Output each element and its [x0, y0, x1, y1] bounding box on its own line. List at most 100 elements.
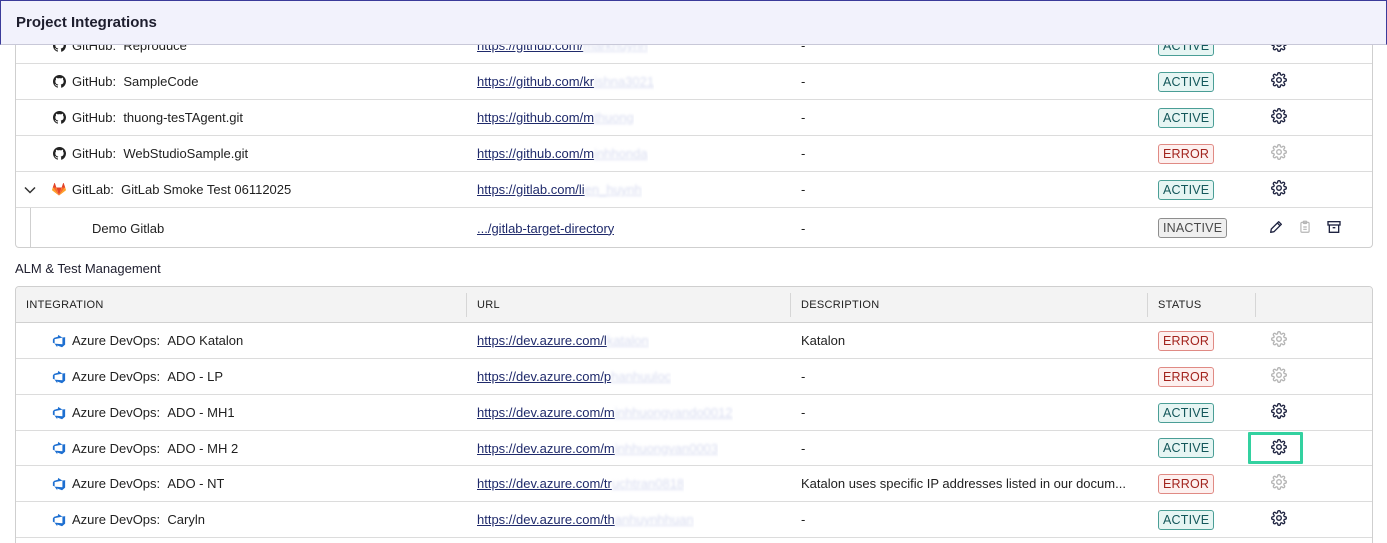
integration-url[interactable]: https://dev.azure.com/p	[477, 369, 611, 384]
page-title: Project Integrations	[16, 14, 157, 31]
integration-url-redacted: katalon	[606, 333, 649, 348]
chevron-down-icon[interactable]	[24, 172, 36, 207]
integration-name: ADO - LP	[167, 369, 224, 384]
table-row[interactable]: GitHub: SampleCode https://github.com/kr…	[16, 64, 1372, 100]
integration-description: -	[801, 440, 806, 456]
integration-description: -	[801, 146, 806, 161]
integration-name: GitLab Smoke Test 06112025	[121, 182, 292, 197]
integration-name: WebStudioSample.git	[123, 146, 249, 161]
table-row[interactable]: Azure DevOps: ADO - LP https://dev.azure…	[16, 359, 1372, 395]
vcs-integrations-table: GitHub: Reproduce https://github.com/mar…	[15, 28, 1373, 248]
table-row[interactable]: Azure DevOps: ADO - MH1 https://dev.azur…	[16, 395, 1372, 431]
column-header-description[interactable]: DESCRIPTION	[801, 287, 879, 323]
column-divider[interactable]	[790, 293, 791, 317]
settings-gear-icon[interactable]	[1271, 180, 1287, 199]
integration-provider: Azure DevOps:	[72, 405, 161, 420]
github-icon	[52, 75, 66, 89]
table-row[interactable]: GitHub: thuong-tesTAgent.git https://git…	[16, 100, 1372, 136]
integration-url-redacted: hanhuuloc	[611, 369, 672, 384]
integration-url-redacted: uchtran0818	[611, 476, 685, 491]
integration-name: ADO - MH 2	[167, 440, 239, 456]
integration-provider: GitLab:	[72, 182, 114, 197]
page-header: Project Integrations	[0, 0, 1387, 45]
table-row-child[interactable]: Demo Gitlab .../gitlab-target-directory …	[16, 208, 1372, 247]
clipboard-icon	[1298, 219, 1312, 238]
status-badge: ERROR	[1158, 330, 1215, 351]
integration-description: Katalon uses specific IP addresses liste…	[801, 476, 1126, 491]
integration-description: Katalon	[801, 333, 846, 348]
integration-url-redacted: inhhonda	[594, 146, 648, 161]
column-divider[interactable]	[1255, 293, 1256, 317]
status-badge: ACTIVE	[1158, 179, 1215, 200]
status-badge: ACTIVE	[1158, 438, 1215, 458]
integration-description: -	[801, 110, 806, 125]
table-row[interactable]: Azure DevOps: ADO - NT https://dev.azure…	[16, 466, 1372, 502]
status-badge: INACTIVE	[1158, 218, 1228, 238]
tree-line	[30, 208, 31, 247]
column-divider[interactable]	[466, 293, 467, 317]
status-badge: ACTIVE	[1158, 107, 1215, 128]
settings-gear-icon-disabled	[1271, 331, 1287, 350]
integration-url[interactable]: https://github.com/m	[477, 146, 594, 161]
status-badge: ERROR	[1158, 366, 1215, 387]
integration-name: ADO - MH1	[167, 405, 235, 420]
integration-provider: Azure DevOps:	[72, 512, 161, 527]
status-badge: ERROR	[1158, 143, 1215, 164]
integration-url[interactable]: https://github.com/m	[477, 110, 594, 125]
integration-url-redacted: en_huynh	[584, 182, 642, 197]
child-description: -	[801, 220, 806, 236]
settings-gear-icon[interactable]	[1271, 510, 1287, 529]
table-row[interactable]: Azure DevOps: Caryln https://dev.azure.c…	[16, 502, 1372, 538]
integration-description: -	[801, 369, 806, 384]
integration-description: -	[801, 405, 806, 420]
azure-devops-icon	[52, 441, 66, 455]
azure-devops-icon	[52, 477, 66, 491]
status-badge: ERROR	[1158, 473, 1215, 494]
status-badge: ACTIVE	[1158, 71, 1215, 92]
integration-url[interactable]: https://gitlab.com/li	[477, 182, 585, 197]
column-header-url[interactable]: URL	[477, 287, 500, 323]
archive-icon[interactable]	[1326, 219, 1342, 238]
settings-gear-icon[interactable]	[1271, 108, 1287, 127]
column-divider[interactable]	[1147, 293, 1148, 317]
integration-provider: GitHub:	[72, 146, 117, 161]
column-header-status[interactable]: STATUS	[1158, 287, 1202, 323]
table-row[interactable]: GitHub: WebStudioSample.git https://gith…	[16, 136, 1372, 172]
integration-description: -	[801, 512, 806, 527]
column-header-integration[interactable]: INTEGRATION	[26, 287, 104, 323]
gitlab-icon	[52, 183, 66, 197]
settings-gear-icon-disabled	[1271, 367, 1287, 386]
edit-pencil-icon[interactable]	[1268, 219, 1284, 238]
integration-url[interactable]: https://dev.azure.com/m	[477, 405, 615, 420]
integration-provider: GitHub:	[72, 110, 117, 125]
integration-provider: Azure DevOps:	[72, 369, 161, 384]
settings-gear-icon[interactable]	[1271, 403, 1287, 422]
integration-url[interactable]: https://github.com/kr	[477, 74, 594, 89]
github-icon	[52, 147, 66, 161]
settings-gear-icon[interactable]	[1271, 72, 1287, 91]
integration-name: SampleCode	[123, 74, 199, 89]
azure-devops-icon	[52, 513, 66, 527]
integration-url[interactable]: https://dev.azure.com/l	[477, 333, 607, 348]
alm-integrations-table: INTEGRATION URL DESCRIPTION STATUS Azure…	[15, 286, 1373, 543]
integration-url-redacted: ishna3021	[594, 74, 655, 89]
integration-description: -	[801, 74, 806, 89]
integration-description: -	[801, 182, 806, 197]
azure-devops-icon	[52, 370, 66, 384]
integration-url[interactable]: https://dev.azure.com/tr	[477, 476, 612, 491]
settings-gear-icon-disabled	[1271, 144, 1287, 163]
integration-name: thuong-tesTAgent.git	[123, 110, 244, 125]
table-row[interactable]: Azure DevOps: ADO Katalon https://dev.az…	[16, 323, 1372, 359]
table-row-expanded[interactable]: GitLab: GitLab Smoke Test 06112025 https…	[16, 172, 1372, 208]
table-row[interactable]: Azure DevOps: ADO - MH 2 https://dev.azu…	[16, 431, 1372, 466]
integration-url-redacted: inhhuongvan0003	[614, 440, 719, 456]
integration-provider: Azure DevOps:	[72, 333, 161, 348]
child-url[interactable]: .../gitlab-target-directory	[477, 221, 614, 236]
integration-url-redacted: anhuynhhuan	[614, 512, 694, 527]
integration-provider: Azure DevOps:	[72, 476, 161, 491]
table-header: INTEGRATION URL DESCRIPTION STATUS	[16, 287, 1372, 323]
integration-url-redacted: thuong	[594, 110, 634, 125]
integration-url[interactable]: https://dev.azure.com/m	[477, 441, 615, 456]
integration-url[interactable]: https://dev.azure.com/th	[477, 512, 615, 527]
section-title-alm: ALM & Test Management	[15, 261, 161, 276]
